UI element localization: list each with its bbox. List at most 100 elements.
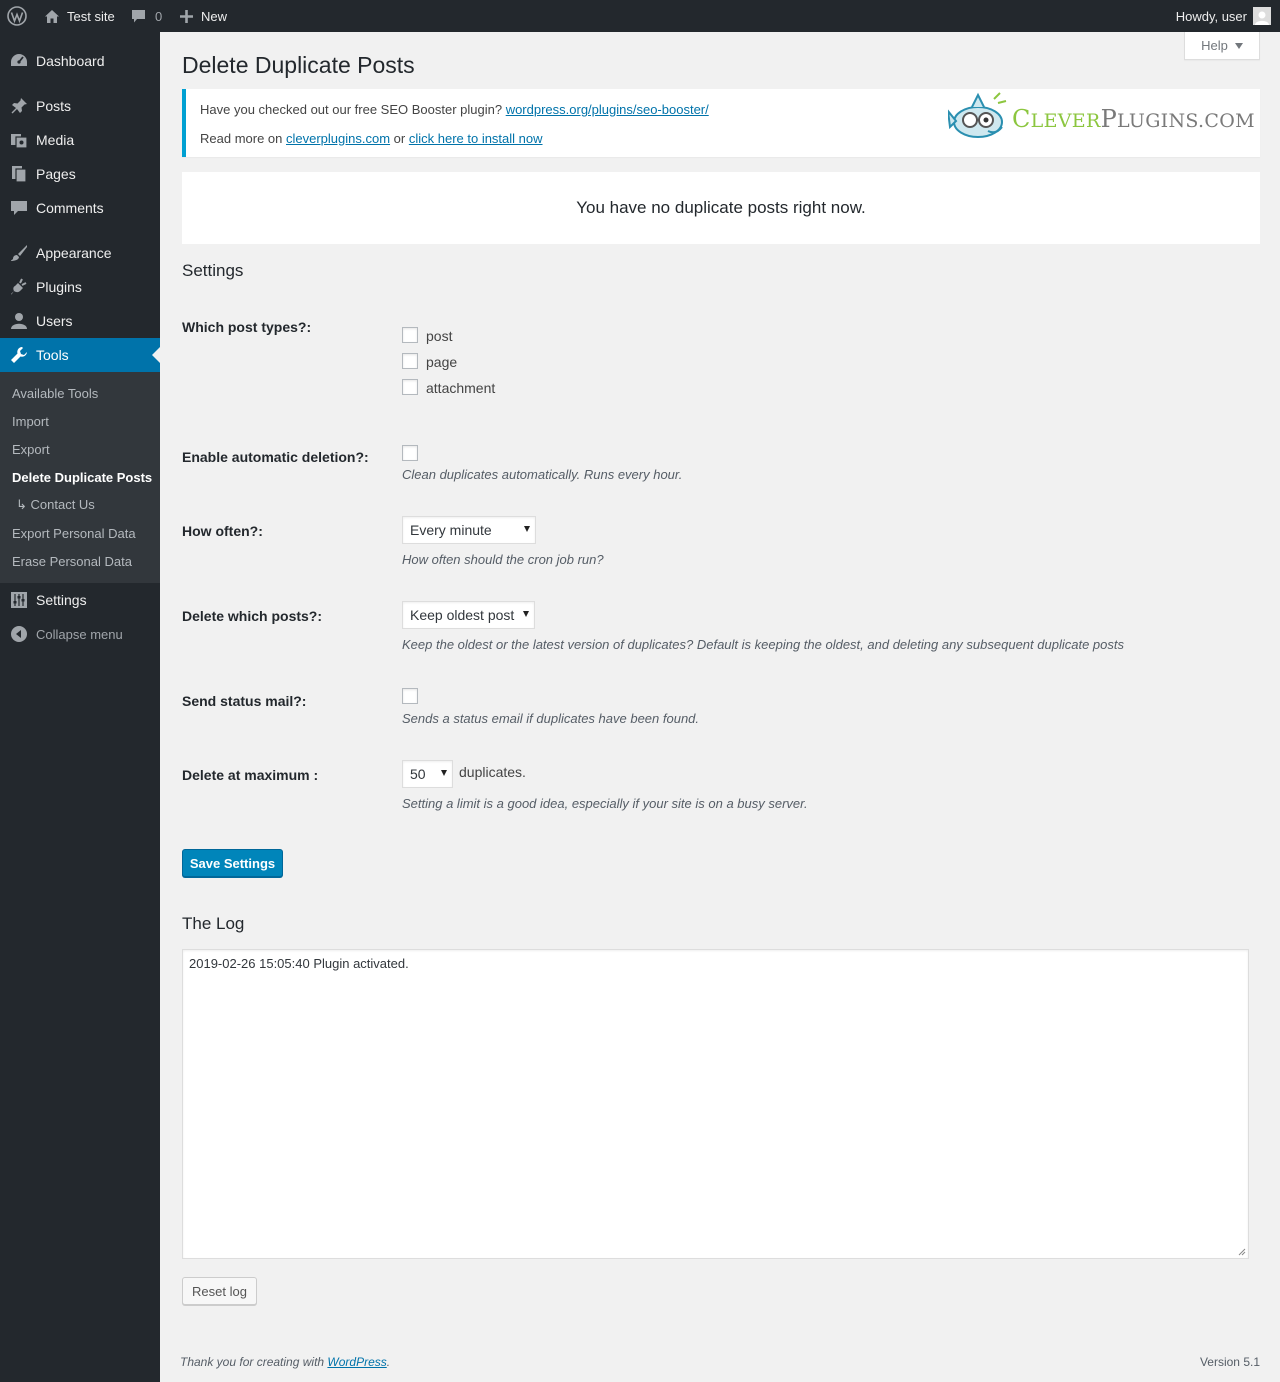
submenu-item-export[interactable]: Export [12, 435, 50, 463]
reset-log-button[interactable]: Reset log [182, 1277, 257, 1305]
menu-item-users[interactable]: Users [0, 304, 160, 338]
auto-delete-checkbox[interactable] [402, 445, 418, 461]
menu-item-plugins[interactable]: Plugins [0, 270, 160, 304]
checkbox-post-label: post [426, 328, 453, 344]
help-tab-button[interactable]: Help [1184, 32, 1260, 60]
checkbox-page-label: page [426, 354, 458, 370]
promo-notice: Have you checked out our free SEO Booste… [182, 89, 1260, 157]
help-label: Help [1201, 38, 1228, 53]
max-delete-suffix: duplicates. [459, 764, 526, 780]
new-content-link[interactable]: New [180, 0, 227, 32]
pin-icon [9, 96, 29, 116]
brush-icon [9, 243, 29, 263]
dropdown-arrow-icon [523, 611, 529, 617]
submenu-item-available-tools[interactable]: Available Tools [12, 379, 98, 407]
menu-item-label: Tools [36, 347, 69, 363]
how-often-value: Every minute [410, 522, 492, 538]
comment-icon [9, 198, 29, 218]
status-mail-description: Sends a status email if duplicates have … [402, 711, 700, 726]
install-now-link[interactable]: click here to install now [409, 131, 543, 146]
footer-thanks-end: . [386, 1355, 391, 1369]
collapse-menu-button[interactable]: Collapse menu [0, 617, 160, 651]
greeting-label: Howdy, user [1175, 8, 1247, 24]
post-types-label: Which post types?: [182, 319, 312, 335]
max-delete-select[interactable]: 50 [402, 760, 453, 788]
cleverplugins-logo[interactable]: CLEVERPLUGINS.COM [948, 91, 1258, 151]
menu-item-label: Posts [36, 98, 72, 114]
footer-thanks: Thank you for creating with WordPress. [180, 1355, 390, 1369]
no-duplicates-message: You have no duplicate posts right now. [182, 172, 1260, 244]
menu-item-dashboard[interactable]: Dashboard [0, 44, 160, 78]
which-posts-description: Keep the oldest or the latest version of… [402, 637, 1124, 652]
home-icon [44, 9, 60, 24]
submenu-item-erase-personal-data[interactable]: Erase Personal Data [12, 547, 132, 575]
menu-item-label: Dashboard [36, 53, 105, 69]
auto-delete-description: Clean duplicates automatically. Runs eve… [402, 467, 683, 482]
chevron-down-icon [1234, 42, 1243, 49]
menu-item-label: Users [36, 313, 73, 329]
comments-count: 0 [155, 8, 163, 24]
menu-item-appearance[interactable]: Appearance [0, 236, 160, 270]
comment-icon [131, 9, 146, 24]
submenu-item-import[interactable]: Import [12, 407, 49, 435]
site-name-label: Test site [67, 8, 115, 24]
dropdown-arrow-icon [441, 770, 447, 776]
which-posts-select[interactable]: Keep oldest post [402, 601, 535, 629]
max-delete-value: 50 [410, 766, 426, 782]
status-mail-checkbox[interactable] [402, 688, 418, 704]
wordpress-logo-icon[interactable] [7, 0, 27, 32]
menu-item-settings[interactable]: Settings [0, 583, 160, 617]
admin-bar: Test site 0 New Howdy, user [0, 0, 1280, 32]
menu-item-comments[interactable]: Comments [0, 191, 160, 225]
sliders-icon [9, 590, 29, 610]
admin-sidebar: Dashboard Posts Media Pages Comments App… [0, 32, 160, 1382]
collapse-icon [9, 624, 29, 644]
max-delete-description: Setting a limit is a good idea, especial… [402, 796, 808, 811]
menu-item-media[interactable]: Media [0, 123, 160, 157]
how-often-select[interactable]: Every minute [402, 516, 536, 544]
auto-delete-label: Enable automatic deletion?: [182, 449, 369, 465]
avatar [1253, 7, 1271, 25]
tools-submenu: Available Tools Import Export Delete Dup… [0, 372, 160, 583]
checkbox-page[interactable] [402, 353, 418, 369]
which-posts-label: Delete which posts?: [182, 608, 323, 624]
menu-item-posts[interactable]: Posts [0, 89, 160, 123]
notice-line-2: Read more on cleverplugins.com or click … [200, 131, 543, 146]
menu-item-tools[interactable]: Tools [0, 338, 160, 372]
submenu-item-contact-us[interactable]: ↳ Contact Us [16, 491, 95, 519]
resize-handle-icon[interactable] [1238, 1248, 1246, 1256]
site-name-link[interactable]: Test site [44, 0, 115, 32]
page-title: Delete Duplicate Posts [182, 52, 415, 78]
seo-booster-link[interactable]: wordpress.org/plugins/seo-booster/ [506, 102, 709, 117]
cleverplugins-wordmark: CLEVERPLUGINS.COM [1012, 105, 1255, 133]
main-content: Help Delete Duplicate Posts Have you che… [160, 32, 1280, 1382]
my-account-link[interactable]: Howdy, user [1176, 0, 1271, 32]
how-often-label: How often?: [182, 523, 263, 539]
submenu-item-delete-duplicate-posts[interactable]: Delete Duplicate Posts [12, 463, 152, 491]
checkbox-post[interactable] [402, 327, 418, 343]
log-content: 2019-02-26 15:05:40 Plugin activated. [189, 956, 409, 971]
status-mail-label: Send status mail?: [182, 693, 307, 709]
menu-item-label: Settings [36, 592, 87, 608]
new-label: New [201, 8, 228, 24]
cleverplugins-mascot-icon [948, 92, 1007, 138]
log-textarea[interactable]: 2019-02-26 15:05:40 Plugin activated. [182, 949, 1249, 1259]
menu-item-pages[interactable]: Pages [0, 157, 160, 191]
user-icon [9, 311, 29, 331]
submenu-item-export-personal-data[interactable]: Export Personal Data [12, 519, 136, 547]
pages-icon [9, 164, 29, 184]
notice-line-1: Have you checked out our free SEO Booste… [200, 102, 709, 117]
max-delete-label: Delete at maximum : [182, 767, 319, 783]
menu-item-label: Plugins [36, 279, 82, 295]
dropdown-arrow-icon [524, 526, 530, 532]
menu-item-label: Pages [36, 166, 76, 182]
save-settings-button[interactable]: Save Settings [182, 849, 283, 877]
cleverplugins-link[interactable]: cleverplugins.com [286, 131, 390, 146]
comments-link[interactable]: 0 [131, 0, 162, 32]
footer-version: Version 5.1 [1199, 1355, 1260, 1369]
footer-thanks-text: Thank you for creating with [180, 1355, 328, 1369]
wordpress-link[interactable]: WordPress [327, 1355, 386, 1369]
checkbox-attachment[interactable] [402, 379, 418, 395]
notice-text: Read more on [200, 131, 286, 146]
menu-item-label: Comments [36, 200, 104, 216]
